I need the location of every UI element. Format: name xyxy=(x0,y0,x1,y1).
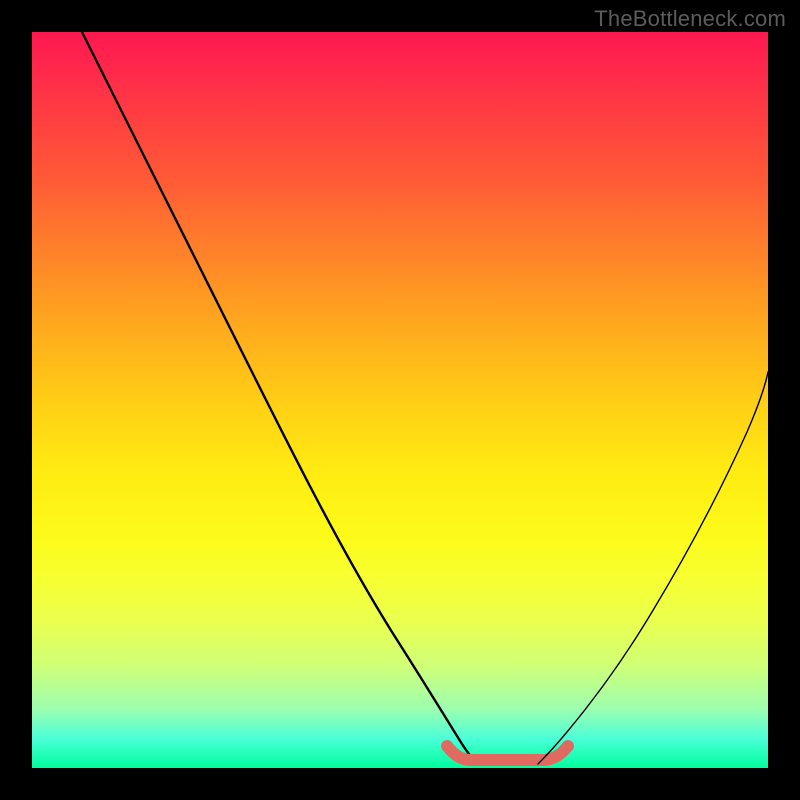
plot-area xyxy=(32,32,768,768)
watermark-text: TheBottleneck.com xyxy=(594,6,786,32)
chart-frame: TheBottleneck.com xyxy=(0,0,800,800)
left-descending-curve xyxy=(82,32,477,764)
curves-svg xyxy=(32,32,768,768)
right-ascending-curve xyxy=(538,372,768,764)
